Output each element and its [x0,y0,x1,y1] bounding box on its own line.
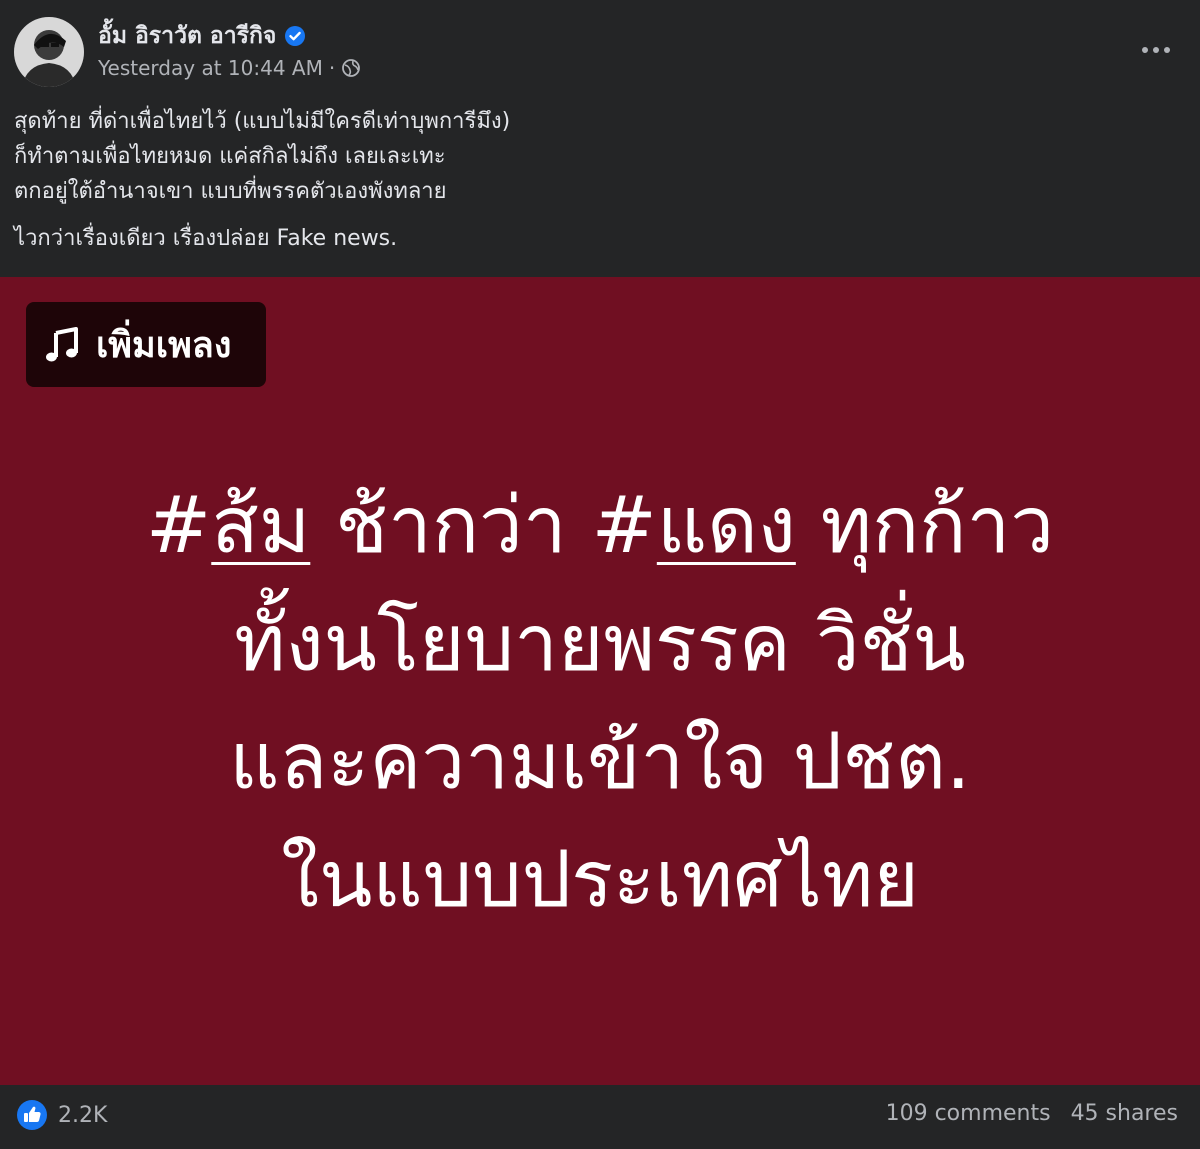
caption-line: ไวกว่าเรื่องเดียว เรื่องปล่อย Fake news. [14,226,398,251]
caption-line: ก็ทำตามเพื่อไทยหมด แค่สกิลไม่ถึง เลยเละเ… [14,144,446,169]
caption-line: ตกอยู่ใต้อำนาจเขา แบบที่พรรคตัวเองพังทลา… [14,179,447,204]
headline-line-4: ในแบบประเทศไทย [281,835,919,925]
headline-line-1: #ส้ม ช้ากว่า #แดง ทุกก้าว [0,467,1200,585]
add-music-label: เพิ่มเพลง [96,325,232,366]
post-image[interactable]: เพิ่มเพลง #ส้ม ช้ากว่า #แดง ทุกก้าว ทั้ง… [0,277,1200,1085]
verified-badge-icon [284,25,306,47]
hashtag-red: แดง [656,481,796,571]
meta-separator: · [328,56,336,80]
post-timestamp[interactable]: Yesterday at 10:44 AM [98,56,323,80]
more-options-button[interactable] [1134,30,1178,70]
headline-line-2: ทั้งนโยบายพรรค วิชั่น [234,599,966,689]
author-avatar[interactable] [14,17,84,87]
add-music-button[interactable]: เพิ่มเพลง [26,302,266,387]
reaction-count: 2.2K [58,1102,108,1128]
more-horizontal-icon [1142,47,1170,53]
author-name[interactable]: อั้ม อิราวัต อารีกิจ [98,18,276,54]
post-meta: Yesterday at 10:44 AM · [98,56,361,80]
avatar-image [14,17,84,87]
like-icon [16,1099,48,1131]
hashtag-orange: ส้ม [211,481,311,571]
post-caption: สุดท้าย ที่ด่าเพื่อไทยไว้ (แบบไม่มีใครดี… [14,104,1174,256]
post-header: อั้ม อิราวัต อารีกิจ Yesterday at 10:44 … [0,0,1200,100]
music-note-icon [42,324,84,366]
image-headline: #ส้ม ช้ากว่า #แดง ทุกก้าว ทั้งนโยบายพรรค… [0,467,1200,939]
caption-line: สุดท้าย ที่ด่าเพื่อไทยไว้ (แบบไม่มีใครดี… [14,109,511,134]
shares-count-link[interactable]: 45 shares [1071,1101,1178,1126]
reactions-summary[interactable]: 2.2K [16,1099,107,1131]
globe-icon[interactable] [341,58,361,78]
comments-count-link[interactable]: 109 comments [886,1101,1051,1126]
hash-symbol: # [145,481,212,571]
facebook-post: อั้ม อิราวัต อารีกิจ Yesterday at 10:44 … [0,0,1200,1149]
author-line: อั้ม อิราวัต อารีกิจ [98,18,306,54]
engagement-stats: 109 comments 45 shares [886,1101,1178,1126]
hash-symbol: # [591,481,657,571]
headline-text: ช้ากว่า [310,481,592,571]
post-footer: 2.2K 109 comments 45 shares [0,1085,1200,1149]
headline-line-3: และความเข้าใจ ปชต. [229,717,971,807]
headline-text: ทุกก้าว [795,481,1055,571]
